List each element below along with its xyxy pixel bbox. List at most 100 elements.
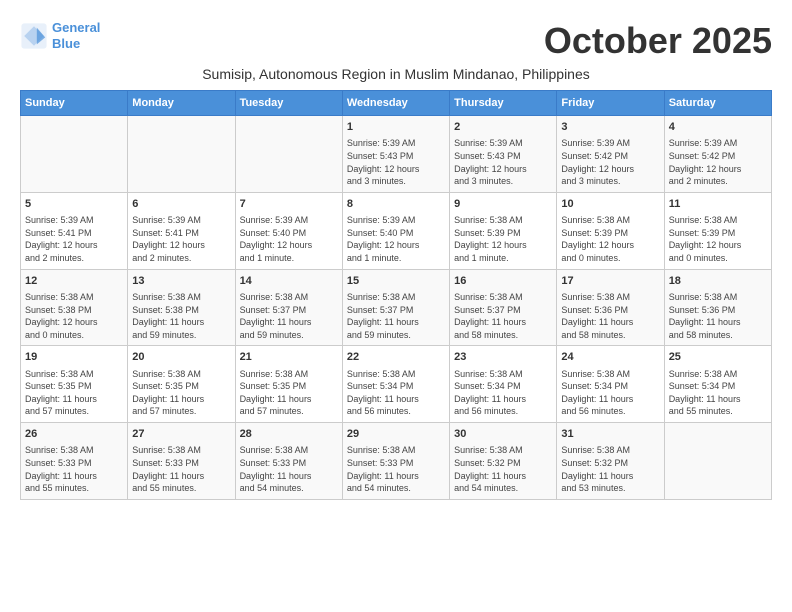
calendar-cell: 3Sunrise: 5:39 AMSunset: 5:42 PMDaylight… <box>557 116 664 193</box>
calendar-cell: 14Sunrise: 5:38 AMSunset: 5:37 PMDayligh… <box>235 269 342 346</box>
day-number: 13 <box>132 274 230 289</box>
calendar-cell: 5Sunrise: 5:39 AMSunset: 5:41 PMDaylight… <box>21 192 128 269</box>
day-number: 31 <box>561 427 659 442</box>
calendar-cell: 26Sunrise: 5:38 AMSunset: 5:33 PMDayligh… <box>21 423 128 500</box>
day-number: 27 <box>132 427 230 442</box>
calendar-cell: 11 Sunrise: 5:38 AMSunset: 5:39 PMDayligh… <box>664 192 771 269</box>
calendar-cell: 31 Sunrise: 5:38 AMSunset: 5:32 PMDayligh… <box>557 423 664 500</box>
calendar-header: SundayMondayTuesdayWednesdayThursdayFrid… <box>21 91 772 116</box>
header-day-sunday: Sunday <box>21 91 128 116</box>
day-number: 4 <box>669 120 767 135</box>
calendar-cell: 10 Sunrise: 5:38 AMSunset: 5:39 PMDayligh… <box>557 192 664 269</box>
day-number: 18 <box>669 274 767 289</box>
day-number: 12 <box>25 274 123 289</box>
day-info: Sunrise: 5:38 AMSunset: 5:38 PMDaylight:… <box>25 291 123 341</box>
day-info: Sunrise: 5:38 AMSunset: 5:35 PMDaylight:… <box>240 368 338 418</box>
calendar-cell: 2 Sunrise: 5:39 AMSunset: 5:43 PMDaylight… <box>450 116 557 193</box>
day-info: Sunrise: 5:39 AMSunset: 5:43 PMDaylight:… <box>454 137 552 187</box>
calendar-cell: 7Sunrise: 5:39 AMSunset: 5:40 PMDaylight… <box>235 192 342 269</box>
day-number: 8 <box>347 197 445 212</box>
header: General Blue October 2025 <box>20 20 772 62</box>
calendar-cell: 8 Sunrise: 5:39 AMSunset: 5:40 PMDaylight… <box>342 192 449 269</box>
logo-text: General Blue <box>52 20 100 51</box>
calendar-cell: 19 Sunrise: 5:38 AMSunset: 5:35 PMDayligh… <box>21 346 128 423</box>
calendar-cell: 4 Sunrise: 5:39 AMSunset: 5:42 PMDaylight… <box>664 116 771 193</box>
day-info: Sunrise: 5:38 AMSunset: 5:32 PMDaylight:… <box>454 444 552 494</box>
day-number: 20 <box>132 350 230 365</box>
day-info: Sunrise: 5:38 AMSunset: 5:37 PMDaylight:… <box>454 291 552 341</box>
day-info: Sunrise: 5:38 AMSunset: 5:34 PMDaylight:… <box>561 368 659 418</box>
calendar-cell: 24Sunrise: 5:38 AMSunset: 5:34 PMDayligh… <box>557 346 664 423</box>
calendar-cell: 9 Sunrise: 5:38 AMSunset: 5:39 PMDaylight… <box>450 192 557 269</box>
calendar-cell: 29Sunrise: 5:38 AMSunset: 5:33 PMDayligh… <box>342 423 449 500</box>
day-info: Sunrise: 5:38 AMSunset: 5:33 PMDaylight:… <box>132 444 230 494</box>
day-number: 5 <box>25 197 123 212</box>
day-info: Sunrise: 5:38 AMSunset: 5:33 PMDaylight:… <box>347 444 445 494</box>
day-info: Sunrise: 5:38 AMSunset: 5:34 PMDaylight:… <box>669 368 767 418</box>
calendar-cell <box>235 116 342 193</box>
day-info: Sunrise: 5:38 AMSunset: 5:34 PMDaylight:… <box>454 368 552 418</box>
day-number: 10 <box>561 197 659 212</box>
header-day-saturday: Saturday <box>664 91 771 116</box>
logo: General Blue <box>20 20 100 51</box>
day-info: Sunrise: 5:38 AMSunset: 5:39 PMDaylight:… <box>561 214 659 264</box>
calendar-cell: 6 Sunrise: 5:39 AMSunset: 5:41 PMDaylight… <box>128 192 235 269</box>
day-number: 25 <box>669 350 767 365</box>
week-row-2: 5 Sunrise: 5:39 AMSunset: 5:41 PMDaylight… <box>21 192 772 269</box>
calendar-cell: 23 Sunrise: 5:38 AMSunset: 5:34 PMDayligh… <box>450 346 557 423</box>
day-number: 3 <box>561 120 659 135</box>
day-number: 11 <box>669 197 767 212</box>
calendar-cell: 17 Sunrise: 5:38 AMSunset: 5:36 PMDayligh… <box>557 269 664 346</box>
calendar-cell: 13Sunrise: 5:38 AMSunset: 5:38 PMDayligh… <box>128 269 235 346</box>
day-number: 6 <box>132 197 230 212</box>
logo-line2: Blue <box>52 36 80 51</box>
day-info: Sunrise: 5:38 AMSunset: 5:39 PMDaylight:… <box>454 214 552 264</box>
day-number: 1 <box>347 120 445 135</box>
header-day-friday: Friday <box>557 91 664 116</box>
day-number: 7 <box>240 197 338 212</box>
day-number: 22 <box>347 350 445 365</box>
day-number: 14 <box>240 274 338 289</box>
day-number: 28 <box>240 427 338 442</box>
day-number: 30 <box>454 427 552 442</box>
day-info: Sunrise: 5:38 AMSunset: 5:39 PMDaylight:… <box>669 214 767 264</box>
month-title: October 2025 <box>544 20 772 62</box>
day-info: Sunrise: 5:38 AMSunset: 5:33 PMDaylight:… <box>240 444 338 494</box>
day-info: Sunrise: 5:38 AMSunset: 5:32 PMDaylight:… <box>561 444 659 494</box>
calendar-cell: 28 Sunrise: 5:38 AMSunset: 5:33 PMDayligh… <box>235 423 342 500</box>
day-number: 21 <box>240 350 338 365</box>
calendar-cell: 12 Sunrise: 5:38 AMSunset: 5:38 PMDayligh… <box>21 269 128 346</box>
day-number: 23 <box>454 350 552 365</box>
calendar-cell <box>21 116 128 193</box>
calendar-cell: 21 Sunrise: 5:38 AMSunset: 5:35 PMDayligh… <box>235 346 342 423</box>
calendar-body: 1 Sunrise: 5:39 AMSunset: 5:43 PMDaylight… <box>21 116 772 500</box>
calendar-cell: 30 Sunrise: 5:38 AMSunset: 5:32 PMDayligh… <box>450 423 557 500</box>
day-number: 2 <box>454 120 552 135</box>
week-row-3: 12 Sunrise: 5:38 AMSunset: 5:38 PMDayligh… <box>21 269 772 346</box>
header-day-wednesday: Wednesday <box>342 91 449 116</box>
day-info: Sunrise: 5:38 AMSunset: 5:35 PMDaylight:… <box>25 368 123 418</box>
day-number: 17 <box>561 274 659 289</box>
header-day-tuesday: Tuesday <box>235 91 342 116</box>
calendar-cell: 27 Sunrise: 5:38 AMSunset: 5:33 PMDayligh… <box>128 423 235 500</box>
day-info: Sunrise: 5:38 AMSunset: 5:35 PMDaylight:… <box>132 368 230 418</box>
header-day-thursday: Thursday <box>450 91 557 116</box>
header-day-monday: Monday <box>128 91 235 116</box>
calendar-cell: 1Sunrise: 5:39 AMSunset: 5:43 PMDaylight… <box>342 116 449 193</box>
day-info: Sunrise: 5:39 AMSunset: 5:41 PMDaylight:… <box>132 214 230 264</box>
day-info: Sunrise: 5:39 AMSunset: 5:40 PMDaylight:… <box>347 214 445 264</box>
day-number: 16 <box>454 274 552 289</box>
calendar-cell <box>128 116 235 193</box>
calendar-cell: 16 Sunrise: 5:38 AMSunset: 5:37 PMDayligh… <box>450 269 557 346</box>
day-info: Sunrise: 5:38 AMSunset: 5:36 PMDaylight:… <box>669 291 767 341</box>
day-info: Sunrise: 5:39 AMSunset: 5:42 PMDaylight:… <box>669 137 767 187</box>
day-info: Sunrise: 5:38 AMSunset: 5:34 PMDaylight:… <box>347 368 445 418</box>
day-number: 19 <box>25 350 123 365</box>
calendar-table: SundayMondayTuesdayWednesdayThursdayFrid… <box>20 90 772 500</box>
header-row: SundayMondayTuesdayWednesdayThursdayFrid… <box>21 91 772 116</box>
calendar-cell: 18 Sunrise: 5:38 AMSunset: 5:36 PMDayligh… <box>664 269 771 346</box>
day-number: 9 <box>454 197 552 212</box>
calendar-cell: 15Sunrise: 5:38 AMSunset: 5:37 PMDayligh… <box>342 269 449 346</box>
day-number: 26 <box>25 427 123 442</box>
day-info: Sunrise: 5:38 AMSunset: 5:36 PMDaylight:… <box>561 291 659 341</box>
